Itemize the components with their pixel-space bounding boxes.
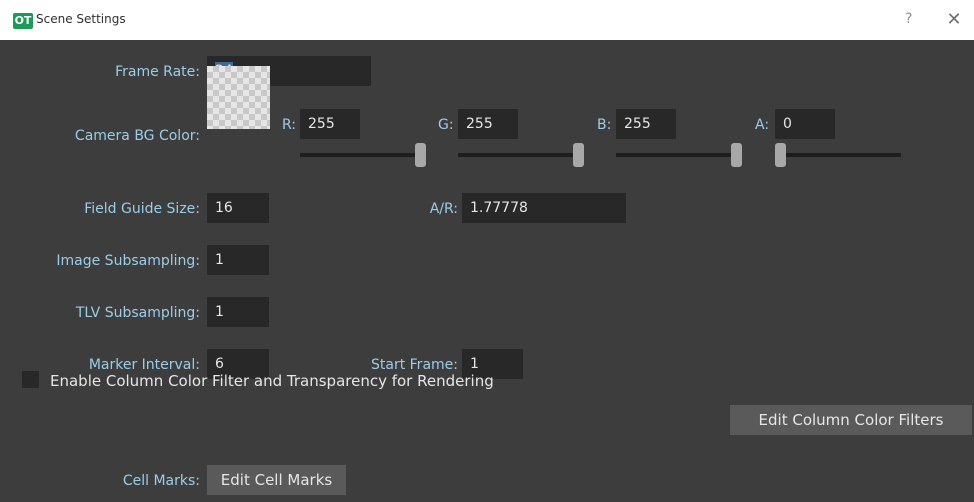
help-button[interactable]: ? (905, 11, 912, 27)
edit-column-color-filters-button[interactable]: Edit Column Color Filters (730, 405, 972, 435)
image-subsampling-field[interactable]: 1 (207, 245, 269, 275)
window-title: Scene Settings (36, 12, 126, 26)
r-channel-label: R: (282, 117, 297, 133)
title-bar: OT Scene Settings ? ✕ (0, 0, 974, 40)
r-channel-field[interactable]: 255 (300, 109, 360, 139)
b-channel-label: B: (597, 117, 612, 133)
r-slider-handle[interactable] (415, 143, 426, 167)
image-subsampling-label: Image Subsampling: (56, 253, 200, 269)
a-slider-track[interactable] (775, 153, 901, 157)
g-channel-label: G: (438, 117, 454, 133)
r-slider-track[interactable] (300, 153, 424, 157)
column-color-filter-checkbox[interactable] (22, 371, 39, 388)
field-guide-size-label: Field Guide Size: (84, 201, 200, 217)
camera-bg-color-swatch[interactable] (207, 66, 270, 129)
column-color-filter-label: Enable Column Color Filter and Transpare… (50, 372, 494, 390)
b-slider-track[interactable] (616, 153, 740, 157)
a-slider-handle[interactable] (775, 143, 786, 167)
tlv-subsampling-label: TLV Subsampling: (75, 305, 200, 321)
camera-bg-color-label: Camera BG Color: (74, 128, 200, 144)
close-button[interactable]: ✕ (939, 6, 969, 34)
cell-marks-label: Cell Marks: (122, 473, 200, 489)
aspect-ratio-label: A/R: (429, 201, 458, 217)
aspect-ratio-field[interactable]: 1.77778 (462, 193, 626, 223)
frame-rate-label: Frame Rate: (115, 64, 200, 80)
app-icon: OT (13, 13, 33, 29)
a-channel-label: A: (755, 117, 770, 133)
b-slider-handle[interactable] (731, 143, 742, 167)
g-channel-field[interactable]: 255 (458, 109, 518, 139)
edit-cell-marks-button[interactable]: Edit Cell Marks (207, 465, 346, 495)
field-guide-size-field[interactable]: 16 (207, 193, 269, 223)
g-slider-track[interactable] (458, 153, 582, 157)
a-channel-field[interactable]: 0 (775, 109, 835, 139)
g-slider-handle[interactable] (573, 143, 584, 167)
tlv-subsampling-field[interactable]: 1 (207, 297, 269, 327)
b-channel-field[interactable]: 255 (616, 109, 676, 139)
